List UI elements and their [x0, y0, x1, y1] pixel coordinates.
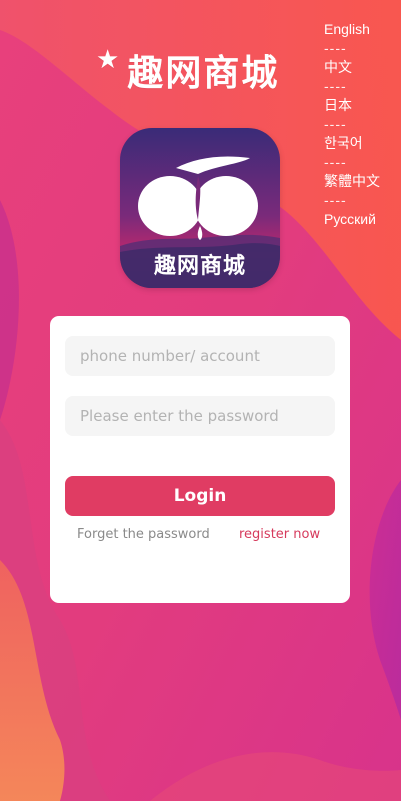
lang-chinese[interactable]: 中文 [324, 58, 400, 77]
brand-title-text: 趣网商城 [127, 53, 280, 94]
lang-separator: ---- [324, 192, 347, 208]
app-logo: 趣网商城 [120, 128, 280, 288]
password-input[interactable] [65, 396, 335, 436]
login-button[interactable]: Login [65, 476, 335, 516]
lang-russian[interactable]: Русский [324, 210, 400, 229]
lang-separator: ---- [324, 154, 347, 170]
lang-korean[interactable]: 한국어 [324, 134, 400, 153]
register-link[interactable]: register now [239, 527, 320, 542]
language-list: English ---- 中文 ---- 日本 ---- 한국어 ---- 繁體… [324, 20, 400, 229]
forget-password-link[interactable]: Forget the password [77, 527, 210, 542]
login-card: Login Forget the password register now [50, 316, 350, 603]
lang-separator: ---- [324, 40, 347, 56]
lang-separator: ---- [324, 116, 347, 132]
brand-title: ★ 趣网商城 [96, 44, 279, 96]
account-input[interactable] [65, 336, 335, 376]
lang-traditional-chinese[interactable]: 繁體中文 [324, 172, 400, 191]
star-icon: ★ [96, 45, 122, 75]
logo-text: 趣网商城 [153, 254, 246, 279]
lang-separator: ---- [324, 78, 347, 94]
lang-english[interactable]: English [324, 20, 400, 39]
lang-japanese[interactable]: 日本 [324, 96, 400, 115]
